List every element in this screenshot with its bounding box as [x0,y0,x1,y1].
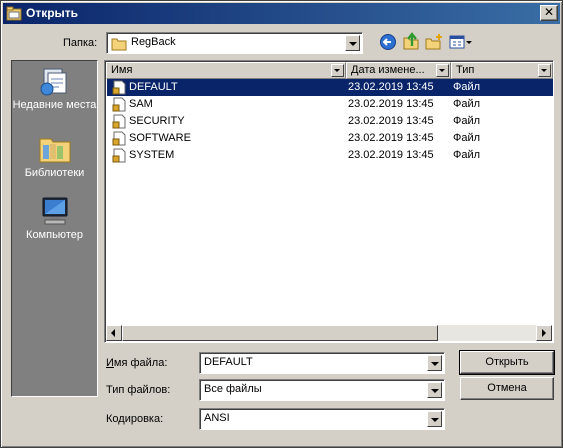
title-bar[interactable]: Открыть ✕ [3,3,560,24]
file-type: Файл [453,81,481,93]
new-folder-icon[interactable] [424,33,444,51]
chevron-down-icon[interactable] [436,64,449,77]
column-date-label: Дата измене... [351,64,425,76]
file-row[interactable]: SAM 23.02.2019 13:45 Файл [107,96,553,113]
place-recent-label: Недавние места [12,99,97,111]
scroll-left-button[interactable] [106,325,122,341]
chevron-down-icon[interactable] [427,411,442,427]
file-date: 23.02.2019 13:45 [348,81,434,93]
file-row[interactable]: SYSTEM 23.02.2019 13:45 Файл [107,147,553,164]
place-libraries[interactable]: Библиотеки [12,133,97,179]
filename-label-text: мя файла: [113,357,168,369]
encoding-combobox[interactable]: ANSI [199,408,445,430]
column-header-date[interactable]: Дата измене... [346,62,451,79]
place-computer[interactable]: Компьютер [12,195,97,241]
column-type-label: Тип [456,64,475,76]
encoding-value: ANSI [204,412,230,424]
folder-icon [111,38,127,51]
place-recent[interactable]: Недавние места [12,67,97,111]
close-icon: ✕ [543,5,555,19]
encoding-label: Кодировка: [106,413,164,425]
chevron-down-icon[interactable] [427,355,442,371]
file-type: Файл [453,115,481,127]
cancel-button[interactable]: Отмена [460,377,554,400]
file-icon [112,97,126,112]
file-icon [112,114,126,129]
back-icon[interactable] [378,33,398,51]
file-name: SYSTEM [129,149,175,161]
chevron-down-icon[interactable] [427,382,442,398]
filetype-value: Все файлы [204,383,262,395]
folder-value: RegBack [131,36,176,48]
filename-value: DEFAULT [204,356,253,368]
close-button[interactable]: ✕ [540,5,558,21]
column-name-label: Имя [111,64,133,76]
file-icon [112,80,126,95]
filetype-combobox[interactable]: Все файлы [199,379,445,401]
file-name: SOFTWARE [129,132,191,144]
chevron-down-icon[interactable] [331,64,344,77]
window-title: Открыть [26,6,79,20]
recent-places-icon [40,68,66,96]
filetype-label: Тип файлов: [106,384,171,396]
file-row[interactable]: SOFTWARE 23.02.2019 13:45 Файл [107,130,553,147]
horizontal-scrollbar[interactable] [106,325,552,341]
folder-label: Папка: [63,37,98,49]
place-libraries-label: Библиотеки [24,167,85,179]
column-header-name[interactable]: Имя [106,62,346,79]
app-icon [6,6,22,21]
file-icon [112,148,126,163]
file-type: Файл [453,132,481,144]
file-icon [112,131,126,146]
chevron-down-icon[interactable] [345,35,360,51]
open-button[interactable]: Открыть [459,350,555,375]
file-row[interactable]: SECURITY 23.02.2019 13:45 Файл [107,113,553,130]
up-folder-icon[interactable] [401,32,421,50]
file-list[interactable]: Имя Дата измене... Тип DEFAULT 23.02.2019… [104,60,554,343]
column-header-type[interactable]: Тип [451,62,553,79]
libraries-icon [39,138,70,163]
scroll-right-button[interactable] [536,325,552,341]
file-type: Файл [453,149,481,161]
file-name: SECURITY [129,115,185,127]
place-computer-label: Компьютер [26,229,83,241]
open-dialog: Открыть ✕ Папка: RegBack Недавние места … [0,0,563,448]
file-date: 23.02.2019 13:45 [348,132,434,144]
file-row[interactable]: DEFAULT 23.02.2019 13:45 Файл [107,79,553,96]
file-name: DEFAULT [129,81,178,93]
computer-icon [42,197,67,225]
filename-label: Имя файла: [106,357,168,369]
view-menu-icon[interactable] [449,33,473,51]
file-name: SAM [129,98,153,110]
file-type: Файл [453,98,481,110]
scroll-thumb[interactable] [122,325,438,341]
places-bar: Недавние места Библиотеки Компьютер [11,60,98,397]
file-date: 23.02.2019 13:45 [348,115,434,127]
filename-combobox[interactable]: DEFAULT [199,352,445,374]
file-date: 23.02.2019 13:45 [348,149,434,161]
chevron-down-icon[interactable] [538,64,551,77]
file-date: 23.02.2019 13:45 [348,98,434,110]
folder-combobox[interactable]: RegBack [106,32,363,54]
